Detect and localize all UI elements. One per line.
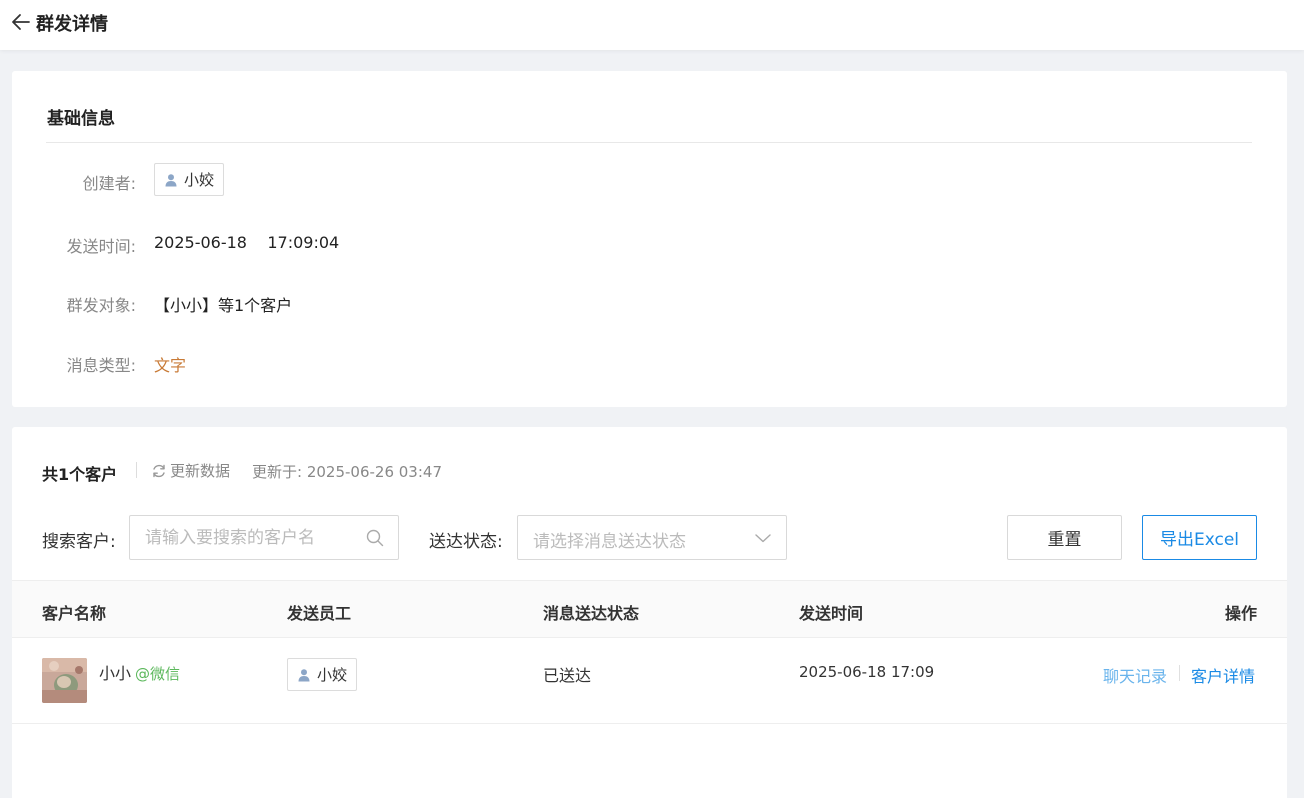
divider	[136, 462, 137, 478]
send-time-label: 发送时间:	[66, 237, 136, 256]
delivery-status: 已送达	[543, 666, 592, 685]
page-title: 群发详情	[36, 14, 108, 35]
chat-history-link[interactable]: 聊天记录	[1103, 663, 1167, 687]
customer-list-card: 共1个客户 更新数据 更新于: 2025-06-26 03:47 搜索客户: 送…	[12, 427, 1287, 798]
customer-name-cell: 小小 @微信	[99, 660, 180, 684]
staff-tag: 小姣	[287, 658, 358, 691]
search-field	[129, 515, 399, 560]
send-time-value: 2025-06-18 17:09:04	[154, 233, 340, 252]
search-label: 搜索客户:	[42, 532, 116, 552]
customer-detail-link[interactable]: 客户详情	[1191, 663, 1255, 687]
avatar	[42, 658, 87, 703]
search-input[interactable]	[130, 516, 398, 559]
basic-info-card: 基础信息 创建者: 小姣 发送时间: 2025-06-18 17:09:04 群…	[12, 71, 1287, 407]
send-time: 2025-06-18 17:09	[799, 663, 935, 681]
target-label: 群发对象:	[66, 296, 136, 315]
target-value: 【小小】等1个客户	[154, 296, 293, 315]
table-row: 小小 @微信 小姣 已送达 2025-06-18 17:09 聊天记录 客户详情	[12, 638, 1287, 724]
person-icon	[298, 668, 310, 681]
customer-name: 小小	[99, 664, 132, 683]
creator-value: 小姣	[154, 163, 225, 196]
msg-type-value: 文字	[154, 356, 187, 375]
refresh-icon	[153, 464, 165, 477]
th-staff: 发送员工	[287, 604, 352, 623]
creator-tag: 小姣	[154, 163, 225, 196]
status-label: 送达状态:	[429, 532, 503, 552]
status-select[interactable]: 请选择消息送达状态	[517, 515, 787, 560]
top-bar: 群发详情	[0, 0, 1304, 50]
staff-name: 小姣	[317, 666, 348, 684]
customer-source: @微信	[135, 665, 181, 683]
creator-label: 创建者:	[82, 174, 136, 193]
reset-button[interactable]: 重置	[1007, 515, 1122, 560]
th-time: 发送时间	[799, 604, 864, 623]
refresh-label: 更新数据	[170, 462, 231, 480]
creator-name: 小姣	[184, 171, 215, 189]
person-icon	[165, 173, 177, 186]
th-status: 消息送达状态	[543, 604, 640, 623]
th-actions: 操作	[1224, 604, 1257, 623]
staff-cell: 小姣	[287, 658, 358, 691]
export-excel-button[interactable]: 导出Excel	[1142, 515, 1257, 560]
th-customer: 客户名称	[42, 604, 107, 623]
basic-info-title: 基础信息	[47, 109, 115, 129]
table-header: 客户名称 发送员工 消息送达状态 发送时间 操作	[12, 580, 1287, 638]
action-divider	[1179, 665, 1180, 681]
status-select-placeholder: 请选择消息送达状态	[533, 532, 686, 552]
refresh-data-button[interactable]: 更新数据	[151, 460, 230, 481]
updated-at: 更新于: 2025-06-26 03:47	[252, 463, 442, 481]
msg-type-label: 消息类型:	[66, 356, 136, 375]
search-icon[interactable]	[366, 529, 384, 547]
total-count: 共1个客户	[42, 465, 118, 484]
arrow-left-icon[interactable]	[10, 11, 32, 33]
section-divider	[46, 142, 1252, 143]
chevron-down-icon	[755, 534, 771, 543]
